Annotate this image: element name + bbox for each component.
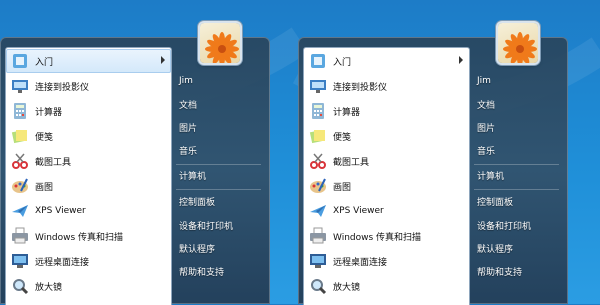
program-item-magnifier[interactable]: 放大镜 — [6, 274, 171, 298]
program-item-calculator[interactable]: 计算器 — [6, 99, 171, 123]
program-label: 计算器 — [333, 107, 361, 118]
program-item-fax-scan[interactable]: Windows 传真和扫描 — [304, 224, 469, 248]
program-label: 计算器 — [35, 107, 63, 118]
program-item-projector[interactable]: 连接到投影仪 — [6, 74, 171, 98]
program-item-projector[interactable]: 连接到投影仪 — [304, 74, 469, 98]
program-item-calculator[interactable]: 计算器 — [304, 99, 469, 123]
link-help-support[interactable]: 帮助和支持 — [176, 261, 267, 281]
getting-started-icon — [307, 50, 329, 72]
program-label: 截图工具 — [333, 157, 370, 168]
program-label: 便笺 — [35, 132, 54, 143]
program-item-xps-viewer[interactable]: XPS Viewer — [304, 199, 469, 223]
link-music[interactable]: 音乐 — [474, 140, 565, 160]
program-label: 便笺 — [333, 132, 352, 143]
program-item-snipping-tool[interactable]: 截图工具 — [304, 149, 469, 173]
program-item-paint[interactable]: 画图 — [6, 174, 171, 198]
start-menu-right: 入门 连接到投影仪 计算器 便笺 截图工具 画图 XPS Viewer Wind… — [298, 0, 568, 305]
link-computer[interactable]: 计算机 — [474, 165, 565, 185]
user-picture-flower[interactable] — [498, 23, 538, 63]
paint-palette-icon — [307, 175, 329, 197]
program-item-remote-desktop[interactable]: 远程桌面连接 — [6, 249, 171, 273]
fax-printer-icon — [307, 225, 329, 247]
program-item-getting-started[interactable]: 入门 — [304, 49, 469, 73]
program-label: XPS Viewer — [35, 206, 86, 216]
program-label: 远程桌面连接 — [35, 257, 90, 268]
link-documents[interactable]: 文档 — [176, 94, 267, 114]
program-item-fax-scan[interactable]: Windows 传真和扫描 — [6, 224, 171, 248]
link-devices-printers[interactable]: 设备和打印机 — [176, 215, 267, 235]
program-list: 入门 连接到投影仪 计算器 便笺 截图工具 画图 XPS Viewer Wind… — [303, 47, 470, 305]
sticky-notes-icon — [307, 125, 329, 147]
remote-desktop-icon — [307, 250, 329, 272]
magnifier-icon — [307, 275, 329, 297]
start-menu-left: 入门 连接到投影仪 计算器 便笺 截图工具 画图 XPS Viewer Wind… — [0, 0, 270, 305]
link-computer[interactable]: 计算机 — [176, 165, 267, 185]
program-label: 远程桌面连接 — [333, 257, 388, 268]
program-item-magnifier[interactable]: 放大镜 — [304, 274, 469, 298]
remote-desktop-icon — [9, 250, 31, 272]
program-label: 入门 — [333, 57, 352, 68]
calculator-icon — [307, 100, 329, 122]
program-item-snipping-tool[interactable]: 截图工具 — [6, 149, 171, 173]
program-list: 入门 连接到投影仪 计算器 便笺 截图工具 画图 XPS Viewer Wind… — [5, 47, 172, 305]
program-item-paint[interactable]: 画图 — [304, 174, 469, 198]
paint-palette-icon — [9, 175, 31, 197]
projector-icon — [9, 75, 31, 97]
link-default-programs[interactable]: 默认程序 — [474, 238, 565, 258]
fax-printer-icon — [9, 225, 31, 247]
link-music[interactable]: 音乐 — [176, 140, 267, 160]
link-user[interactable]: Jim — [474, 71, 565, 91]
link-pictures[interactable]: 图片 — [176, 117, 267, 137]
xps-viewer-icon — [9, 200, 31, 222]
submenu-arrow-icon[interactable] — [459, 56, 463, 64]
link-control-panel[interactable]: 控制面板 — [176, 191, 267, 211]
scissors-icon — [9, 150, 31, 172]
separator — [474, 189, 559, 190]
program-item-sticky-notes[interactable]: 便笺 — [6, 124, 171, 148]
program-item-xps-viewer[interactable]: XPS Viewer — [6, 199, 171, 223]
link-devices-printers[interactable]: 设备和打印机 — [474, 215, 565, 235]
link-user[interactable]: Jim — [176, 71, 267, 91]
program-label: 连接到投影仪 — [333, 82, 388, 93]
submenu-arrow-icon[interactable] — [161, 56, 165, 64]
program-label: Windows 传真和扫描 — [333, 232, 422, 243]
projector-icon — [307, 75, 329, 97]
program-label: 连接到投影仪 — [35, 82, 90, 93]
link-default-programs[interactable]: 默认程序 — [176, 238, 267, 258]
calculator-icon — [9, 100, 31, 122]
xps-viewer-icon — [307, 200, 329, 222]
scissors-icon — [307, 150, 329, 172]
magnifier-icon — [9, 275, 31, 297]
link-pictures[interactable]: 图片 — [474, 117, 565, 137]
program-label: 画图 — [35, 182, 54, 193]
program-item-getting-started[interactable]: 入门 — [6, 49, 171, 73]
program-label: 放大镜 — [333, 282, 361, 293]
sticky-notes-icon — [9, 125, 31, 147]
program-label: 截图工具 — [35, 157, 72, 168]
link-control-panel[interactable]: 控制面板 — [474, 191, 565, 211]
getting-started-icon — [9, 50, 31, 72]
program-label: 画图 — [333, 182, 352, 193]
program-label: Windows 传真和扫描 — [35, 232, 124, 243]
program-item-sticky-notes[interactable]: 便笺 — [304, 124, 469, 148]
program-label: XPS Viewer — [333, 206, 384, 216]
link-documents[interactable]: 文档 — [474, 94, 565, 114]
program-label: 入门 — [35, 57, 54, 68]
user-picture-flower[interactable] — [200, 23, 240, 63]
program-item-remote-desktop[interactable]: 远程桌面连接 — [304, 249, 469, 273]
separator — [176, 189, 261, 190]
program-label: 放大镜 — [35, 282, 63, 293]
link-help-support[interactable]: 帮助和支持 — [474, 261, 565, 281]
